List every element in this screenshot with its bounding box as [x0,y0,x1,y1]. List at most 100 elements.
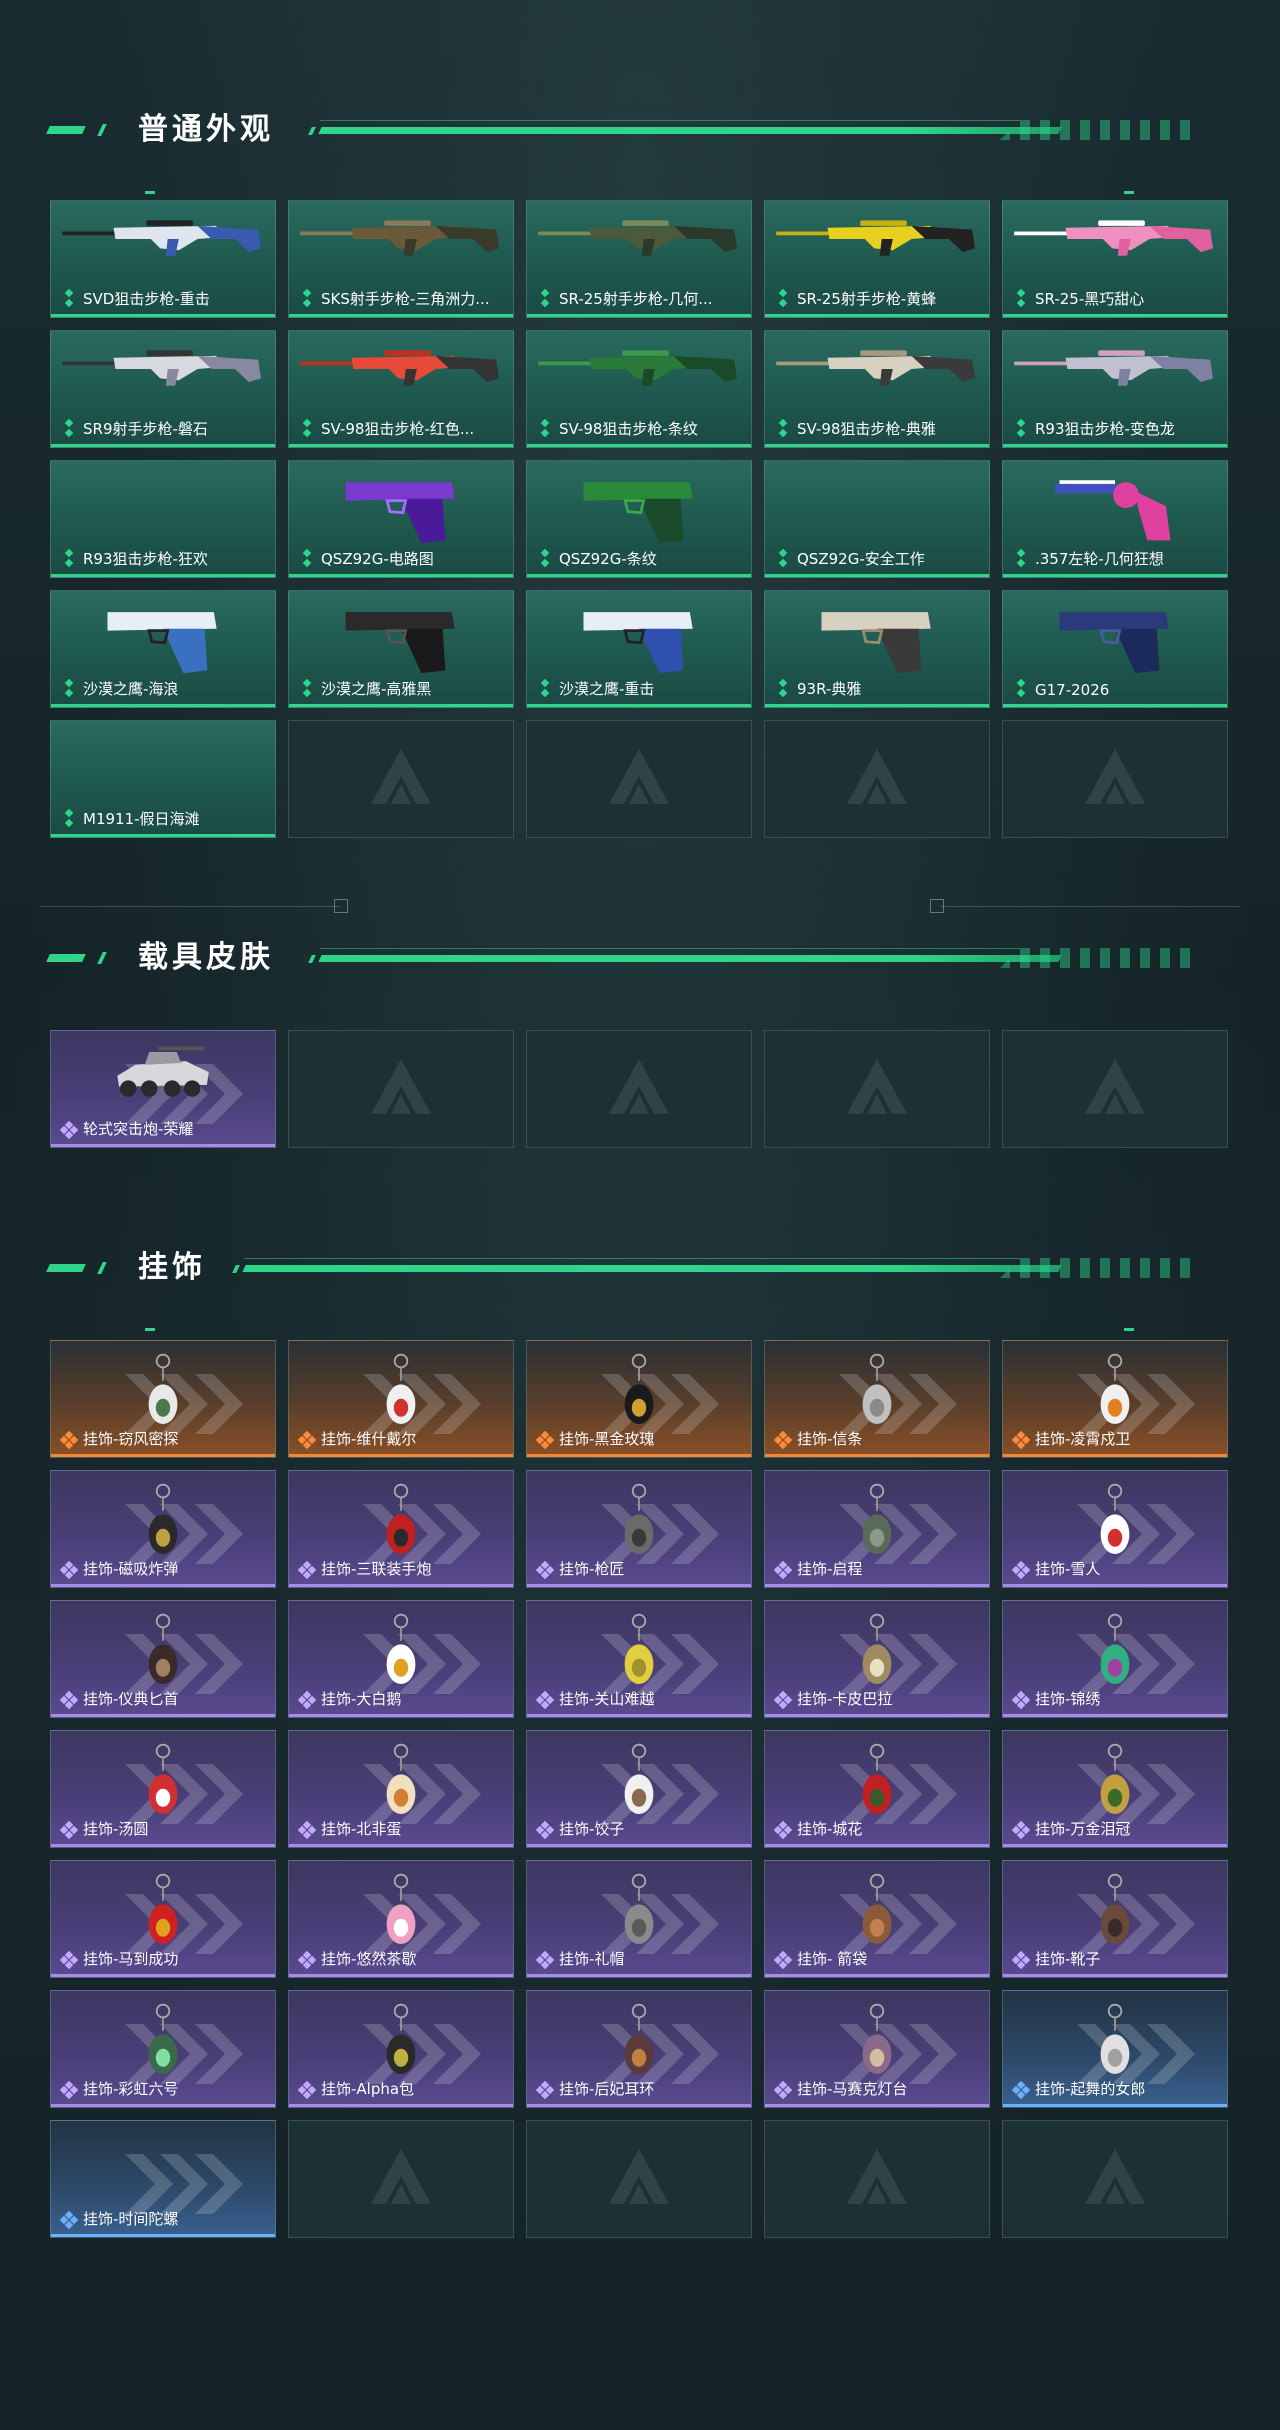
item-card[interactable]: 沙漠之鹰-海浪 [50,590,276,708]
item-card[interactable]: 挂饰-黑金玫瑰 [526,1340,752,1458]
item-card[interactable]: SR-25射手步枪-几何... [526,200,752,318]
item-label: SV-98狙击步枪-红色... [321,420,475,438]
header-accent [46,126,86,134]
logo-watermark-icon [371,749,431,804]
rarity-green-icon [539,424,551,436]
section-title: 挂饰 [138,1250,206,1285]
item-card[interactable]: 挂饰-关山难越 [526,1600,752,1718]
item-card[interactable]: 挂饰-三联装手炮 [288,1470,514,1588]
empty-slot [526,2120,752,2238]
item-label: SR9射手步枪-磐石 [83,420,208,438]
item-card[interactable]: 挂饰-维什戴尔 [288,1340,514,1458]
rifle-icon [62,220,261,256]
rarity-bar [765,1714,989,1717]
header-accent [97,124,107,136]
item-card[interactable]: 挂饰-汤圆 [50,1730,276,1848]
item-card[interactable]: 挂饰-靴子 [1002,1860,1228,1978]
rarity-purple-icon [297,1560,317,1580]
item-card[interactable]: 轮式突击炮-荣耀 [50,1030,276,1148]
item-card[interactable]: 挂饰- 箭袋 [764,1860,990,1978]
item-card[interactable]: .357左轮-几何狂想 [1002,460,1228,578]
item-card[interactable]: 沙漠之鹰-高雅黑 [288,590,514,708]
item-card[interactable]: M1911-假日海滩 [50,720,276,838]
item-card[interactable]: SR9射手步枪-磐石 [50,330,276,448]
item-card[interactable]: 沙漠之鹰-重击 [526,590,752,708]
item-card[interactable]: QSZ92G-安全工作 [764,460,990,578]
item-card[interactable]: 挂饰-北非蛋 [288,1730,514,1848]
item-card[interactable]: 挂饰-彩虹六号 [50,1990,276,2108]
rarity-purple-icon [297,2080,317,2100]
rarity-green-icon [777,294,789,306]
item-card[interactable]: 93R-典雅 [764,590,990,708]
item-card[interactable]: 挂饰-城花 [764,1730,990,1848]
item-label: M1911-假日海滩 [83,810,200,828]
item-label: 沙漠之鹰-高雅黑 [321,680,432,698]
item-card[interactable]: 挂饰-枪匠 [526,1470,752,1588]
rarity-green-icon [539,554,551,566]
rarity-green-icon [539,294,551,306]
rarity-bar [1003,1974,1227,1977]
item-card[interactable]: 挂饰-信条 [764,1340,990,1458]
rarity-purple-icon [535,1560,555,1580]
item-label: 挂饰-锦绣 [1035,1690,1101,1708]
header-checker [1000,948,1200,968]
item-card[interactable]: 挂饰-悠然茶歇 [288,1860,514,1978]
section-header-vehicle: 载具皮肤 [46,938,1200,978]
item-card[interactable]: 挂饰-锦绣 [1002,1600,1228,1718]
item-card[interactable]: 挂饰-时间陀螺 [50,2120,276,2238]
rarity-bar [51,1454,275,1457]
rarity-bar [289,704,513,707]
item-card[interactable]: 挂饰-窃风密探 [50,1340,276,1458]
rarity-bar [527,444,751,447]
item-card[interactable]: QSZ92G-电路图 [288,460,514,578]
rarity-bar [527,1714,751,1717]
item-card[interactable]: 挂饰-饺子 [526,1730,752,1848]
item-card[interactable]: 挂饰-卡皮巴拉 [764,1600,990,1718]
item-card[interactable]: 挂饰-马到成功 [50,1860,276,1978]
rifle-icon [776,350,975,386]
item-card[interactable]: G17-2026 [1002,590,1228,708]
pistol-icon [583,482,693,544]
item-card[interactable]: 挂饰-凌霄戍卫 [1002,1340,1228,1458]
item-card[interactable]: 挂饰-Alpha包 [288,1990,514,2108]
rifle-icon [538,350,737,386]
empty-slot [288,1030,514,1148]
rarity-purple-icon [59,1690,79,1710]
item-card[interactable]: 挂饰-大白鹅 [288,1600,514,1718]
rarity-bar [765,314,989,317]
item-card[interactable]: SKS射手步枪-三角洲力... [288,200,514,318]
item-card[interactable]: QSZ92G-条纹 [526,460,752,578]
item-card[interactable]: R93狙击步枪-狂欢 [50,460,276,578]
rarity-purple-icon [59,1950,79,1970]
item-card[interactable]: SV-98狙击步枪-红色... [288,330,514,448]
item-card[interactable]: 挂饰-礼帽 [526,1860,752,1978]
item-card[interactable]: SR-25-黑巧甜心 [1002,200,1228,318]
item-label: 轮式突击炮-荣耀 [83,1120,194,1138]
item-card[interactable]: 挂饰-起舞的女郎 [1002,1990,1228,2108]
pistol-icon [345,482,455,544]
item-label: 挂饰-马赛克灯台 [797,2080,908,2098]
rarity-bar [51,2234,275,2237]
item-label: SR-25射手步枪-几何... [559,290,713,308]
item-card[interactable]: 挂饰-启程 [764,1470,990,1588]
item-card[interactable]: SR-25射手步枪-黄蜂 [764,200,990,318]
rarity-bar [1003,314,1227,317]
item-card[interactable]: 挂饰-马赛克灯台 [764,1990,990,2108]
item-card[interactable]: 挂饰-后妃耳环 [526,1990,752,2108]
item-card[interactable]: 挂饰-万金泪冠 [1002,1730,1228,1848]
item-card[interactable]: 挂饰-磁吸炸弹 [50,1470,276,1588]
tick-mark [145,191,155,194]
empty-slot [764,720,990,838]
item-card[interactable]: SV-98狙击步枪-条纹 [526,330,752,448]
item-card[interactable]: R93狙击步枪-变色龙 [1002,330,1228,448]
item-label: 挂饰-北非蛋 [321,1820,402,1838]
item-label: SR-25-黑巧甜心 [1035,290,1145,308]
item-card[interactable]: SV-98狙击步枪-典雅 [764,330,990,448]
rarity-bar [1003,1844,1227,1847]
item-label: 挂饰-卡皮巴拉 [797,1690,893,1708]
item-card[interactable]: 挂饰-仪典匕首 [50,1600,276,1718]
logo-watermark-icon [609,749,669,804]
item-card[interactable]: SVD狙击步枪-重击 [50,200,276,318]
rarity-bar [1003,1454,1227,1457]
item-card[interactable]: 挂饰-雪人 [1002,1470,1228,1588]
